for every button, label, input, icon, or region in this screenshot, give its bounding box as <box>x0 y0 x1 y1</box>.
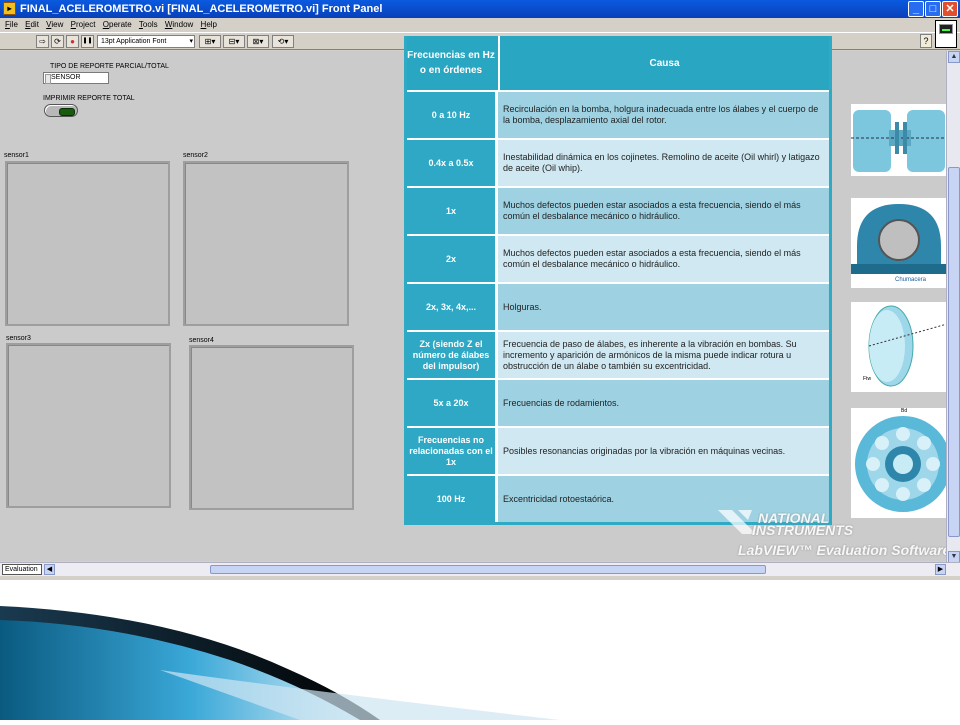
menu-help[interactable]: Help <box>201 18 217 32</box>
table-row: 2x, 3x, 4x,... Holguras. <box>407 282 829 330</box>
report-type-value: SENSOR <box>51 74 81 81</box>
ni-logo-icon <box>718 510 756 534</box>
scroll-left-icon[interactable]: ◀ <box>44 564 55 575</box>
window-title: FINAL_ACELEROMETRO.vi [FINAL_ACELEROMETR… <box>20 3 383 15</box>
cause-cell: Holguras. <box>498 282 829 330</box>
cause-cell: Muchos defectos pueden estar asociados a… <box>498 186 829 234</box>
vibration-frequency-table: Frecuencias en Hz o en órdenes Causa 0 a… <box>404 36 832 525</box>
sensor3-chart[interactable] <box>6 343 171 508</box>
print-report-label: IMPRIMIR REPORTE TOTAL <box>43 95 135 102</box>
scroll-right-icon[interactable]: ▶ <box>935 564 946 575</box>
menu-tools[interactable]: Tools <box>139 18 158 32</box>
freq-cell: 1x <box>407 186 495 234</box>
scroll-up-icon[interactable]: ▲ <box>948 51 960 63</box>
font-selector[interactable]: 13pt Application Font ▾ <box>97 35 195 48</box>
table-header: Frecuencias en Hz o en órdenes Causa <box>407 36 829 90</box>
shaft-coupling-icon <box>851 110 947 172</box>
resize-objects-icon[interactable]: ⊠▾ <box>247 35 269 48</box>
bearing-label: Bd <box>901 408 908 414</box>
cause-cell: Posibles resonancias originadas por la v… <box>498 426 829 474</box>
chevron-down-icon: ▾ <box>189 38 193 45</box>
disk-label: Ftw <box>863 376 872 382</box>
watermark-line3: LabVIEW™ Evaluation Software <box>738 542 951 558</box>
table-row: 1x Muchos defectos pueden estar asociado… <box>407 186 829 234</box>
pillow-block-image: Chumacera <box>851 198 947 288</box>
close-button[interactable]: ✕ <box>942 1 958 17</box>
menu-project[interactable]: Project <box>71 18 96 32</box>
labview-window: ▸ FINAL_ACELEROMETRO.vi [FINAL_ACELEROME… <box>0 0 960 580</box>
freq-cell: 5x a 20x <box>407 378 495 426</box>
pump-shaft-image <box>851 104 947 176</box>
table-row: Frecuencias no relacionadas con el 1x Po… <box>407 426 829 474</box>
sensor1-chart[interactable] <box>5 161 170 326</box>
abort-icon[interactable]: ● <box>66 35 79 48</box>
vertical-scroll-thumb[interactable] <box>948 167 960 537</box>
menu-file[interactable]: File <box>5 18 18 32</box>
freq-cell: Zx (siendo Z el número de álabes del imp… <box>407 330 495 378</box>
table-row: 0 a 10 Hz Recirculación en la bomba, hol… <box>407 90 829 138</box>
vi-connector-icon[interactable] <box>935 20 957 48</box>
evaluation-tab[interactable]: Evaluation <box>2 564 42 575</box>
title-bar[interactable]: ▸ FINAL_ACELEROMETRO.vi [FINAL_ACELEROME… <box>0 0 960 18</box>
font-selector-value: 13pt Application Font <box>101 38 167 45</box>
menu-operate[interactable]: Operate <box>103 18 132 32</box>
ball-bearing-icon <box>855 416 947 512</box>
bearing-image: Bd <box>851 408 947 518</box>
sensor4-chart[interactable] <box>189 345 354 510</box>
cause-cell: Frecuencia de paso de álabes, es inheren… <box>498 330 829 378</box>
disk-image: Ftw <box>851 302 947 392</box>
vertical-scrollbar[interactable]: ▲ ▼ <box>946 51 960 567</box>
menu-view[interactable]: View <box>46 18 63 32</box>
freq-cell: Frecuencias no relacionadas con el 1x <box>407 426 495 474</box>
menu-edit[interactable]: Edit <box>25 18 39 32</box>
watermark-line2: INSTRUMENTS <box>752 522 854 538</box>
sensor2-label: sensor2 <box>183 152 208 159</box>
header-cause: Causa <box>498 36 829 90</box>
run-arrow-icon[interactable]: ⇨ <box>36 35 49 48</box>
maximize-button[interactable]: □ <box>925 1 941 17</box>
freq-cell: 2x, 3x, 4x,... <box>407 282 495 330</box>
report-type-ring[interactable]: SENSOR <box>43 72 109 84</box>
menu-bar: File Edit View Project Operate Tools Win… <box>0 18 960 32</box>
distribute-objects-icon[interactable]: ⊟▾ <box>223 35 245 48</box>
cause-cell: Muchos defectos pueden estar asociados a… <box>498 234 829 282</box>
table-row: Zx (siendo Z el número de álabes del imp… <box>407 330 829 378</box>
chumacera-icon <box>851 204 947 274</box>
horizontal-scroll-thumb[interactable] <box>210 565 766 574</box>
menu-window[interactable]: Window <box>165 18 193 32</box>
sensor1-label: sensor1 <box>4 152 29 159</box>
print-report-button[interactable] <box>44 104 78 117</box>
freq-cell: 100 Hz <box>407 474 495 522</box>
pause-icon[interactable]: ❚❚ <box>81 35 94 48</box>
table-row: 5x a 20x Frecuencias de rodamientos. <box>407 378 829 426</box>
monitor-icon <box>939 24 953 34</box>
align-objects-icon[interactable]: ⊞▾ <box>199 35 221 48</box>
table-row: 2x Muchos defectos pueden estar asociado… <box>407 234 829 282</box>
reorder-icon[interactable]: ⟲▾ <box>272 35 294 48</box>
vi-file-icon: ▸ <box>3 2 16 15</box>
minimize-button[interactable]: _ <box>908 1 924 17</box>
header-frequency: Frecuencias en Hz o en órdenes <box>407 50 495 76</box>
context-help-icon[interactable]: ? <box>920 34 932 48</box>
freq-cell: 0 a 10 Hz <box>407 90 495 138</box>
chumacera-caption: Chumacera <box>895 277 927 283</box>
report-type-label: TIPO DE REPORTE PARCIAL/TOTAL <box>50 63 169 70</box>
cause-cell: Frecuencias de rodamientos. <box>498 378 829 426</box>
table-row: 0.4x a 0.5x Inestabilidad dinámica en lo… <box>407 138 829 186</box>
cause-cell: Recirculación en la bomba, holgura inade… <box>498 90 829 138</box>
freq-cell: 0.4x a 0.5x <box>407 138 495 186</box>
sensor2-chart[interactable] <box>183 161 349 326</box>
slide-decoration <box>0 580 960 720</box>
horizontal-scrollbar[interactable]: Evaluation ◀ ▶ <box>0 562 960 576</box>
run-continuous-icon[interactable]: ⟳ <box>51 35 64 48</box>
cause-cell: Inestabilidad dinámica en los cojinetes.… <box>498 138 829 186</box>
sensor4-label: sensor4 <box>189 337 214 344</box>
sensor3-label: sensor3 <box>6 335 31 342</box>
freq-cell: 2x <box>407 234 495 282</box>
slide-wave-decoration <box>0 606 560 720</box>
